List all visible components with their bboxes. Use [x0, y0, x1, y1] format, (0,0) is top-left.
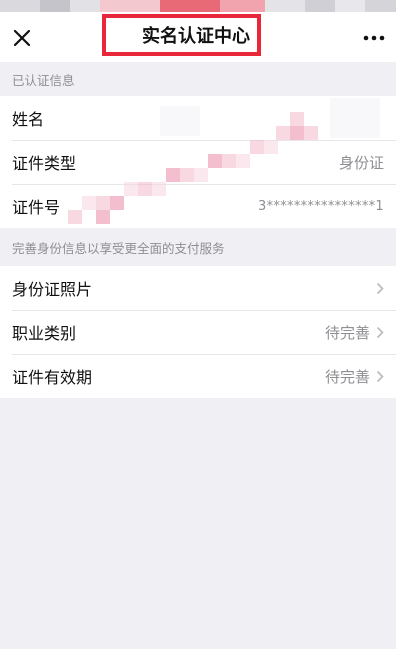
name-label: 姓名 — [12, 110, 45, 129]
id-photo-row[interactable]: 身份证照片 — [0, 266, 396, 310]
id-type-label: 证件类型 — [12, 154, 77, 173]
id-validity-label: 证件有效期 — [12, 368, 93, 387]
page-title: 实名认证中心 — [142, 26, 250, 47]
close-icon — [13, 29, 31, 47]
id-photo-label: 身份证照片 — [12, 280, 93, 299]
occupation-row[interactable]: 职业类别 待完善 — [0, 310, 396, 354]
chevron-right-icon — [376, 326, 384, 339]
chevron-right-icon — [376, 370, 384, 383]
more-button[interactable] — [356, 20, 392, 56]
occupation-label: 职业类别 — [12, 324, 77, 343]
id-type-value: 身份证 — [338, 153, 384, 172]
id-number-row: 证件号 3****************1 — [0, 184, 396, 228]
id-number-value: 3****************1 — [258, 198, 384, 214]
title-highlight-box: 实名认证中心 — [102, 14, 261, 56]
id-validity-row[interactable]: 证件有效期 待完善 — [0, 354, 396, 398]
more-icon — [363, 35, 385, 41]
id-validity-value: 待完善 — [324, 367, 370, 386]
name-row: 姓名 — [0, 96, 396, 140]
section-header-improve-text: 完善身份信息以享受更全面的支付服务 — [12, 240, 225, 256]
verified-info-group: 姓名 证件类型 身份证 证件号 3****************1 — [0, 96, 396, 228]
chevron-right-icon — [376, 282, 384, 295]
section-header-verified: 已认证信息 — [0, 62, 396, 96]
close-button[interactable] — [4, 20, 40, 56]
improve-info-group: 身份证照片 职业类别 待完善 证件有效期 待完善 — [0, 266, 396, 398]
status-bar — [0, 0, 396, 14]
section-header-improve: 完善身份信息以享受更全面的支付服务 — [0, 228, 396, 266]
section-header-verified-text: 已认证信息 — [12, 72, 75, 88]
id-type-row: 证件类型 身份证 — [0, 140, 396, 184]
occupation-value: 待完善 — [324, 323, 370, 342]
nav-bar: 实名认证中心 — [0, 14, 396, 62]
id-number-label: 证件号 — [12, 198, 61, 217]
